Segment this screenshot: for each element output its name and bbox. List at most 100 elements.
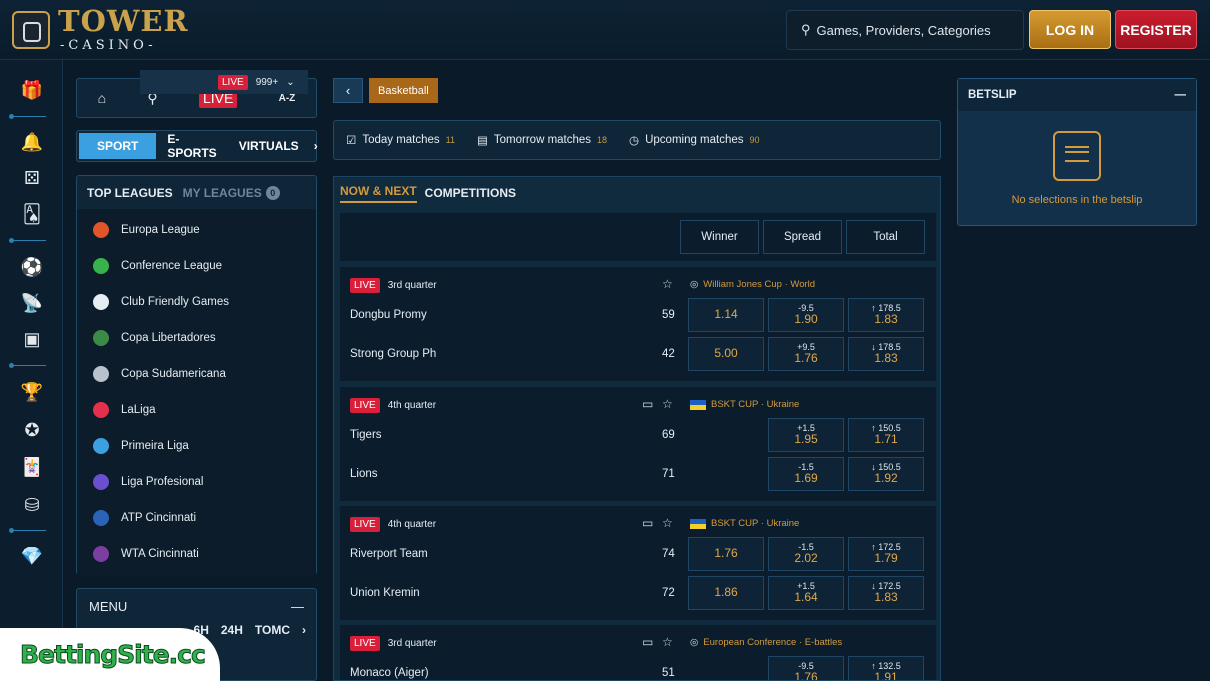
home-icon[interactable]: ⌂ [98,90,106,106]
tab-sport[interactable]: SPORT [79,133,157,159]
tab-top-leagues[interactable]: TOP LEAGUES [87,186,173,200]
col-total: Total [846,220,925,254]
total-odds-button[interactable]: ↑ 132.5 1.91 [848,656,924,680]
trophy-icon[interactable]: 🏆 [20,380,44,404]
betslip-empty-text: No selections in the betslip [1011,194,1143,206]
league-item[interactable]: Primeira Liga [77,428,316,464]
logo-title[interactable]: TOWER [58,4,189,38]
favorite-star-icon[interactable]: ☆ [662,635,673,649]
team-score: 71 [662,468,675,480]
spread-odds-button[interactable]: -1.5 1.69 [768,457,844,491]
register-button[interactable]: REGISTER [1115,10,1197,49]
tab-my-leagues[interactable]: MY LEAGUES 0 [183,185,280,200]
breadcrumb-current[interactable]: Basketball [369,78,438,103]
tab-tomorrow[interactable]: TOMC [255,623,290,637]
winner-odds-button[interactable]: 5.00 [688,337,764,371]
spread-odds-button[interactable]: -1.5 2.02 [768,537,844,571]
chevron-right-icon[interactable]: › [310,133,322,159]
favorite-star-icon[interactable]: ☆ [662,277,673,291]
league-item[interactable]: LaLiga [77,392,316,428]
odds-value: 1.83 [874,312,898,327]
search-input[interactable]: ⚲ Games, Providers, Categories [786,10,1024,50]
team-score: 51 [662,667,675,679]
total-odds-button[interactable]: ↑ 178.5 1.83 [848,298,924,332]
favorite-star-icon[interactable]: ☆ [662,397,673,411]
spread-odds-button[interactable]: +1.5 1.95 [768,418,844,452]
dice-icon[interactable]: ⚄ [20,166,44,190]
league-item[interactable]: ATP Cincinnati [77,500,316,536]
live-count: 999+ [255,76,279,88]
total-odds-button[interactable]: ↓ 172.5 1.83 [848,576,924,610]
odds-value: 5.00 [714,346,738,361]
spread-odds-button[interactable]: +1.5 1.64 [768,576,844,610]
league-logo-icon [93,258,109,274]
league-item[interactable]: Copa Libertadores [77,320,316,356]
cards-icon[interactable]: 🂡 [20,202,44,226]
league-item[interactable]: Conference League [77,248,316,284]
receipt-icon [1053,131,1101,181]
collapse-icon[interactable]: — [291,599,304,614]
league-item[interactable]: WTA Cincinnati [77,536,316,572]
menu-live-row[interactable]: LIVE 999+ ⌄ [140,70,308,94]
competition-label[interactable]: BSKT CUP · Ukraine [690,518,799,529]
tomorrow-matches-filter[interactable]: ▤ Tomorrow matches 18 [477,133,607,147]
poker-cards-icon[interactable]: 🃏 [20,455,44,479]
tv-icon[interactable]: ▣ [20,327,44,351]
league-name: WTA Cincinnati [121,548,199,560]
competition-label[interactable]: ◎ William Jones Cup · World [690,279,815,290]
back-button[interactable]: ‹ [333,78,363,103]
live-signal-icon[interactable]: 📡 [20,291,44,315]
winner-odds-button[interactable]: 1.14 [688,298,764,332]
team-name: Riverport Team [350,548,428,560]
competition-name: William Jones Cup · World [703,279,816,290]
login-button[interactable]: LOG IN [1029,10,1111,49]
bell-icon[interactable]: 🔔 [20,130,44,154]
total-odds-button[interactable]: ↓ 178.5 1.83 [848,337,924,371]
winner-odds-button[interactable]: 1.86 [688,576,764,610]
league-item[interactable]: Liga Profesional [77,464,316,500]
favorite-star-icon[interactable]: ☆ [662,516,673,530]
tab-now-next[interactable]: NOW & NEXT [340,184,417,203]
collapse-icon[interactable]: — [1175,89,1187,101]
tab-virtuals[interactable]: VIRTUALS [228,133,310,159]
tab-competitions[interactable]: COMPETITIONS [425,186,516,200]
league-name: ATP Cincinnati [121,512,196,524]
logo-subtitle: -CASINO- [60,38,157,53]
az-nav-button[interactable]: A-Z [279,93,296,104]
winner-odds-button[interactable]: 1.76 [688,537,764,571]
stream-icon[interactable]: ▭ [642,397,653,411]
league-item[interactable]: Copa Sudamericana [77,356,316,392]
total-odds-button[interactable]: ↑ 150.5 1.71 [848,418,924,452]
rail-divider [9,238,46,243]
spread-odds-button[interactable]: -9.5 1.90 [768,298,844,332]
total-odds-button[interactable]: ↑ 172.5 1.79 [848,537,924,571]
match-card: LIVE 4th quarter ▭ ☆ BSKT CUP · Ukraine Tiger… [340,387,936,501]
menu-toggle-icon[interactable] [12,11,50,49]
diamond-icon[interactable]: 💎 [20,544,44,568]
odds-value: 1.83 [874,590,898,605]
competition-label[interactable]: BSKT CUP · Ukraine [690,399,799,410]
team-score: 59 [662,309,675,321]
stream-icon[interactable]: ▭ [642,635,653,649]
odds-value: 1.90 [794,312,818,327]
total-odds-button[interactable]: ↓ 150.5 1.92 [848,457,924,491]
upcoming-matches-filter[interactable]: ◷ Upcoming matches 90 [629,133,760,147]
chevron-right-icon[interactable]: › [302,623,306,637]
chips-icon[interactable]: ⛁ [20,493,44,517]
spread-odds-button[interactable]: +9.5 1.76 [768,337,844,371]
stream-icon[interactable]: ▭ [642,516,653,530]
tab-24h[interactable]: 24H [221,623,243,637]
market-columns: Winner Spread Total [340,213,936,261]
tab-esports[interactable]: E-SPORTS [156,132,227,160]
odds-value: 1.95 [794,432,818,447]
match-period: 3rd quarter [387,638,437,649]
league-item[interactable]: Club Friendly Games [77,284,316,320]
team-name: Union Kremin [350,587,420,599]
award-icon[interactable]: ✪ [20,418,44,442]
gift-icon[interactable]: 🎁 [20,78,44,102]
league-item[interactable]: Europa League [77,212,316,248]
today-matches-filter[interactable]: ☑ Today matches 11 [346,133,455,147]
competition-label[interactable]: ◎ European Conference · E-battles [690,637,842,648]
spread-odds-button[interactable]: -9.5 1.76 [768,656,844,680]
soccer-ball-icon[interactable]: ⚽ [20,255,44,279]
